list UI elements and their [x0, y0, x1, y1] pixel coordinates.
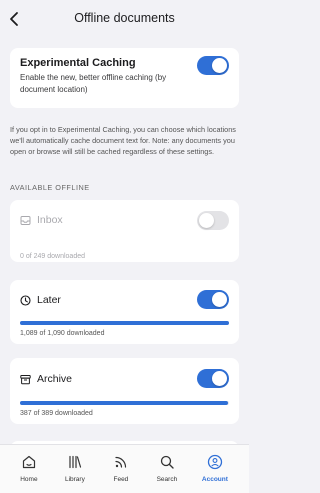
search-icon	[160, 455, 174, 469]
archive-icon	[20, 375, 31, 385]
tab-label: Search	[156, 476, 178, 483]
experimental-caching-toggle[interactable]	[197, 56, 229, 75]
library-icon	[69, 455, 81, 469]
feed-icon	[115, 456, 126, 468]
toggle-knob	[212, 58, 227, 73]
archive-toggle[interactable]	[197, 369, 229, 388]
tab-label: Feed	[113, 476, 129, 483]
account-icon	[207, 454, 223, 470]
tab-label: Home	[20, 476, 38, 483]
experimental-info-text: If you opt in to Experimental Caching, y…	[10, 125, 236, 157]
tab-search[interactable]: Search	[142, 445, 192, 493]
experimental-caching-card: Experimental Caching Enable the new, bet…	[10, 48, 239, 108]
experimental-caching-title: Experimental Caching	[20, 57, 136, 69]
location-name: Later	[37, 294, 61, 306]
location-card-inbox: Inbox 0 of 249 downloaded	[10, 200, 239, 262]
home-icon	[22, 455, 35, 469]
location-name: Inbox	[37, 214, 63, 226]
tab-account[interactable]: Account	[190, 445, 240, 493]
download-count: 1,089 of 1,090 downloaded	[20, 330, 105, 337]
download-count: 0 of 249 downloaded	[20, 253, 85, 260]
tab-label: Account	[201, 476, 228, 483]
tab-library[interactable]: Library	[50, 445, 100, 493]
tab-label: Library	[64, 476, 85, 483]
download-count: 387 of 389 downloaded	[20, 410, 93, 417]
download-progress-bar	[20, 321, 229, 325]
page-title: Offline documents	[74, 11, 175, 25]
location-name: Archive	[37, 373, 73, 385]
section-label-available-offline: AVAILABLE OFFLINE	[10, 183, 90, 192]
progress-fill	[20, 401, 228, 405]
location-card-later: Later 1,089 of 1,090 downloaded	[10, 280, 239, 344]
download-progress-bar	[20, 401, 229, 405]
toggle-knob	[212, 371, 227, 386]
experimental-caching-description: Enable the new, better offline caching (…	[20, 73, 167, 94]
tab-feed[interactable]: Feed	[96, 445, 146, 493]
location-card-archive: Archive 387 of 389 downloaded	[10, 358, 239, 424]
nav-header: Offline documents	[0, 0, 249, 38]
clock-icon	[20, 295, 31, 306]
inbox-toggle[interactable]	[197, 211, 229, 230]
later-toggle[interactable]	[197, 290, 229, 309]
toggle-knob	[212, 292, 227, 307]
tab-home[interactable]: Home	[4, 445, 54, 493]
inbox-icon	[20, 216, 31, 225]
toggle-knob	[199, 213, 214, 228]
bottom-tab-bar: Home Library Feed Search Account	[0, 444, 249, 493]
progress-fill	[20, 321, 229, 325]
